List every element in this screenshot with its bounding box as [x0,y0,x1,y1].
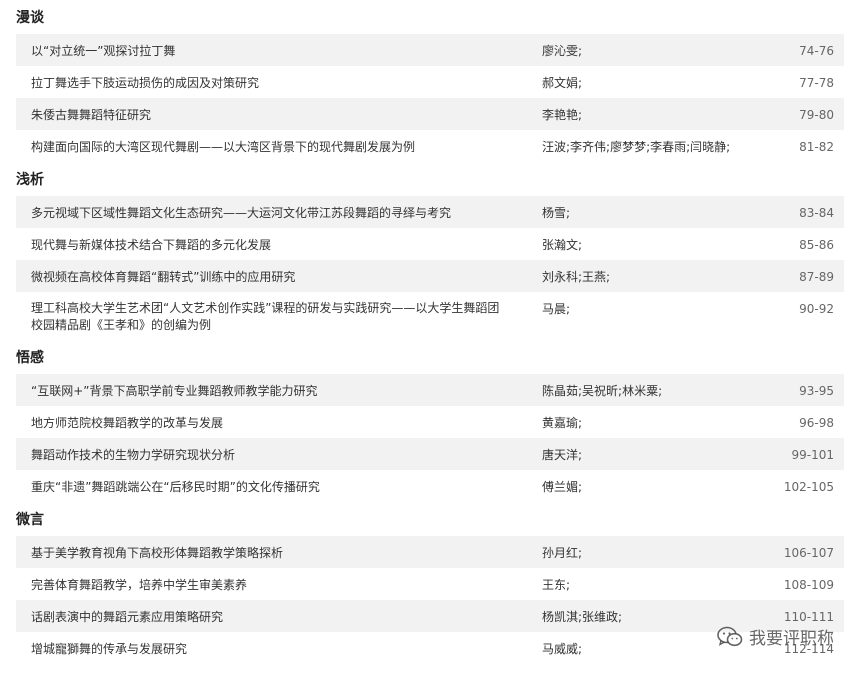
table-row[interactable]: 拉丁舞选手下肢运动损伤的成因及对策研究 郝文娟; 77-78 [16,66,844,98]
table-row[interactable]: 完善体育舞蹈教学，培养中学生审美素养 王东; 108-109 [16,568,844,600]
watermark: 我要评职称 [717,624,834,649]
article-title-link[interactable]: 增城寵獅舞的传承与发展研究 [31,641,501,657]
section-title: 微言 [16,512,44,528]
wechat-icon [717,626,743,648]
article-pages: 74-76 [799,44,834,58]
table-row[interactable]: 重庆“非遗”舞蹈跳端公在“后移民时期”的文化传播研究 傅兰媚; 102-105 [16,470,844,502]
table-row[interactable]: 现代舞与新媒体技术结合下舞蹈的多元化发展 张瀚文; 85-86 [16,228,844,260]
article-pages: 77-78 [799,76,834,90]
article-pages: 93-95 [799,384,834,398]
table-row[interactable]: 多元视域下区域性舞蹈文化生态研究——大运河文化带江苏段舞蹈的寻绎与考究 杨雪; … [16,196,844,228]
article-pages: 106-107 [783,546,834,560]
article-title-link[interactable]: 理工科高校大学生艺术团“人文艺术创作实践”课程的研发与实践研究——以大学生舞蹈团… [31,300,501,334]
article-pages: 87-89 [799,270,834,284]
article-author: 马晨; [542,302,571,316]
article-author: 廖沁雯; [542,44,583,58]
article-title-link[interactable]: 拉丁舞选手下肢运动损伤的成因及对策研究 [31,75,501,91]
toc-section: 悟感 “互联网+”背景下高职学前专业舞蹈教师教学能力研究 陈晶茹;吴祝昕;林米粟… [16,340,844,502]
article-title-link[interactable]: 基于美学教育视角下高校形体舞蹈教学策略探析 [31,545,501,561]
article-author: 陈晶茹;吴祝昕;林米粟; [542,384,663,398]
watermark-text: 我要评职称 [749,629,834,649]
article-author: 郝文娟; [542,76,583,90]
article-title-link[interactable]: 地方师范院校舞蹈教学的改革与发展 [31,415,501,431]
article-author: 孙月红; [542,546,583,560]
article-title-link[interactable]: “互联网+”背景下高职学前专业舞蹈教师教学能力研究 [31,383,501,399]
section-title: 浅析 [16,172,44,188]
article-pages: 96-98 [799,416,834,430]
article-pages: 85-86 [799,238,834,252]
article-author: 黄嘉瑜; [542,416,583,430]
table-row[interactable]: 舞蹈动作技术的生物力学研究现状分析 唐天洋; 99-101 [16,438,844,470]
article-title-link[interactable]: 完善体育舞蹈教学，培养中学生审美素养 [31,577,501,593]
table-row[interactable]: 微视频在高校体育舞蹈“翻转式”训练中的应用研究 刘永科;王燕; 87-89 [16,260,844,292]
article-title-link[interactable]: 朱倭古舞舞蹈特征研究 [31,107,501,123]
table-row[interactable]: 基于美学教育视角下高校形体舞蹈教学策略探析 孙月红; 106-107 [16,536,844,568]
article-pages: 110-111 [783,610,834,624]
table-row[interactable]: 理工科高校大学生艺术团“人文艺术创作实践”课程的研发与实践研究——以大学生舞蹈团… [16,292,844,340]
article-title-link[interactable]: 话剧表演中的舞蹈元素应用策略研究 [31,609,501,625]
table-of-contents: 漫谈 以“对立统一”观探讨拉丁舞 廖沁雯; 74-76 拉丁舞选手下肢运动损伤的… [16,0,844,664]
article-title-link[interactable]: 重庆“非遗”舞蹈跳端公在“后移民时期”的文化传播研究 [31,479,501,495]
section-title: 悟感 [16,350,44,366]
table-row[interactable]: 地方师范院校舞蹈教学的改革与发展 黄嘉瑜; 96-98 [16,406,844,438]
article-author: 傅兰媚; [542,480,583,494]
article-author: 王东; [542,578,571,592]
table-row[interactable]: 构建面向国际的大湾区现代舞剧——以大湾区背景下的现代舞剧发展为例 汪波;李齐伟;… [16,130,844,162]
table-row[interactable]: 朱倭古舞舞蹈特征研究 李艳艳; 79-80 [16,98,844,130]
article-author: 汪波;李齐伟;廖梦梦;李春雨;闫晓静; [542,140,731,154]
article-pages: 108-109 [783,578,834,592]
article-title-link[interactable]: 微视频在高校体育舞蹈“翻转式”训练中的应用研究 [31,269,501,285]
article-title-link[interactable]: 以“对立统一”观探讨拉丁舞 [31,43,501,59]
article-author: 唐天洋; [542,448,583,462]
article-pages: 79-80 [799,108,834,122]
toc-section: 漫谈 以“对立统一”观探讨拉丁舞 廖沁雯; 74-76 拉丁舞选手下肢运动损伤的… [16,0,844,162]
article-pages: 83-84 [799,206,834,220]
article-author: 杨凯淇;张维政; [542,610,623,624]
article-pages: 90-92 [799,302,834,316]
article-title-link[interactable]: 多元视域下区域性舞蹈文化生态研究——大运河文化带江苏段舞蹈的寻绎与考究 [31,205,501,221]
article-author: 李艳艳; [542,108,583,122]
article-pages: 102-105 [783,480,834,494]
article-author: 杨雪; [542,206,571,220]
article-author: 刘永科;王燕; [542,270,611,284]
article-author: 张瀚文; [542,238,583,252]
article-pages: 99-101 [791,448,834,462]
article-title-link[interactable]: 构建面向国际的大湾区现代舞剧——以大湾区背景下的现代舞剧发展为例 [31,139,501,155]
article-title-link[interactable]: 舞蹈动作技术的生物力学研究现状分析 [31,447,501,463]
section-title: 漫谈 [16,10,44,26]
table-row[interactable]: 以“对立统一”观探讨拉丁舞 廖沁雯; 74-76 [16,34,844,66]
article-title-link[interactable]: 现代舞与新媒体技术结合下舞蹈的多元化发展 [31,237,501,253]
toc-section: 浅析 多元视域下区域性舞蹈文化生态研究——大运河文化带江苏段舞蹈的寻绎与考究 杨… [16,162,844,340]
table-row[interactable]: “互联网+”背景下高职学前专业舞蹈教师教学能力研究 陈晶茹;吴祝昕;林米粟; 9… [16,374,844,406]
article-pages: 81-82 [799,140,834,154]
